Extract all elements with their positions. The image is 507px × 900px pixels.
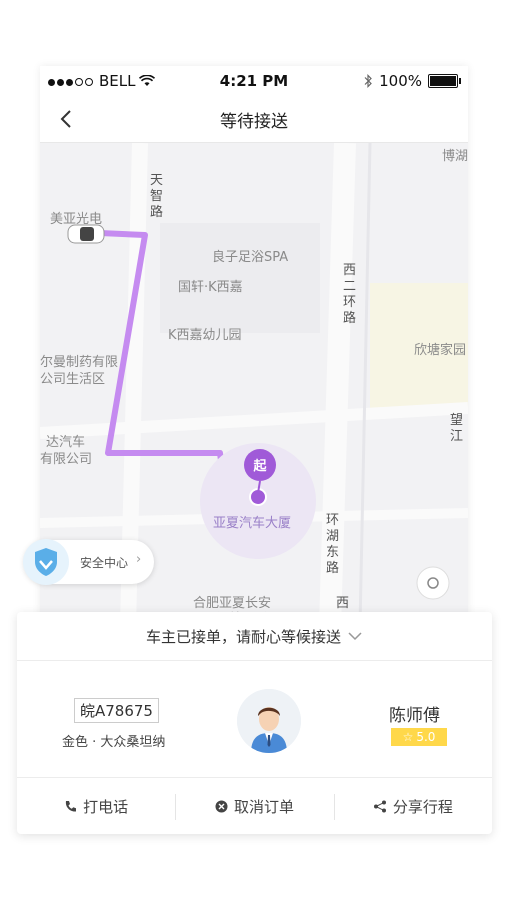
order-status-text: 车主已接单，请耐心等候接送 [145,627,341,646]
shield-icon [23,539,69,585]
cancel-icon [215,800,228,813]
start-marker: 起 [253,459,267,474]
poi-label: K西嘉幼儿园 [168,328,242,343]
poi-label: 良子足浴SPA [212,250,289,265]
road-label: 环湖东路 [326,513,340,576]
share-label: 分享行程 [392,798,453,816]
back-arrow-icon[interactable] [54,106,80,132]
cancel-label: 取消订单 [233,798,294,816]
call-button[interactable]: 打电话 [17,778,175,835]
car-icon [67,224,105,244]
driver-name: 陈师傅 [389,706,440,726]
driver-rating-badge: ☆ 5.0 [391,728,447,746]
road-label: 天智路 [150,173,164,220]
safety-center-label: 安全中心 [80,556,129,570]
poi-label: 欣塘家园 [414,343,467,358]
action-bar: 打电话 取消订单 分享行程 [17,778,492,835]
cancel-order-button[interactable]: 取消订单 [175,778,333,835]
poi-label: 国轩·K西嘉 [178,280,243,295]
order-status-row[interactable]: 车主已接单，请耐心等候接送 [17,612,492,661]
road-label: 西二环路 [343,263,357,326]
rating-value: 5.0 [416,730,436,744]
road-label: 望江 [450,413,464,444]
share-icon [373,800,386,813]
safety-center-button[interactable]: 安全中心 › [23,539,154,585]
poi-label: 美亚光电 [50,212,103,227]
chevron-right-icon: › [136,552,142,567]
plate-number: 皖A78675 [74,698,159,723]
trip-sheet: 车主已接单，请耐心等候接送 皖A78675 金色 · 大众桑坦纳 陈师傅 ☆ 5… [17,612,492,834]
destination-label: 亚夏汽车大厦 [213,516,292,531]
driver-card: 皖A78675 金色 · 大众桑坦纳 陈师傅 ☆ 5.0 [17,661,492,778]
poi-label: 博湖 [442,149,468,164]
poi-label: 公司生活区 [40,372,106,387]
share-trip-button[interactable]: 分享行程 [333,778,492,835]
battery-percent: 100% [379,72,422,90]
bluetooth-icon [364,74,372,88]
car-description: 金色 · 大众桑坦纳 [62,735,166,750]
battery-icon [428,74,461,88]
page-title: 等待接送 [220,111,288,132]
call-label: 打电话 [83,798,129,816]
poi-label: 有限公司 [40,452,93,467]
status-bar: BELL 4:21 PM 100% [40,66,468,96]
chevron-down-icon [348,632,362,641]
phone-icon [66,801,77,812]
nav-bar: 等待接送 [40,96,468,143]
star-icon: ☆ [402,730,414,744]
avatar [237,689,301,753]
